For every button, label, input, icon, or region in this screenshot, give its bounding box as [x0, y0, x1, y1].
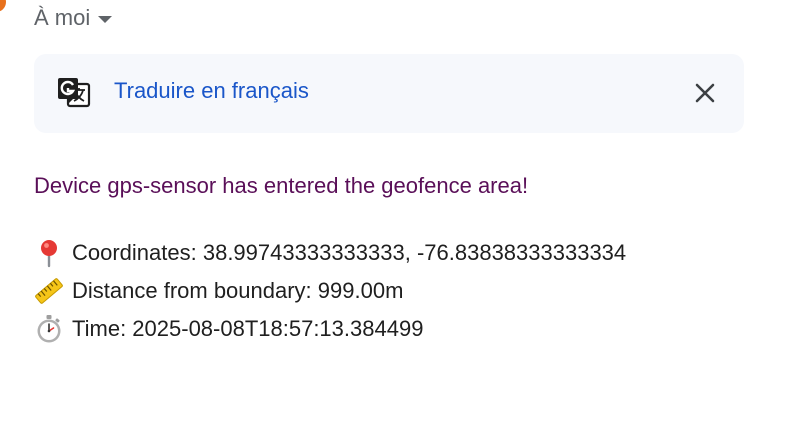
message-body: Device gps-sensor has entered the geofen… — [34, 170, 774, 348]
chevron-down-icon — [98, 15, 113, 23]
round-pushpin-emoji — [41, 240, 57, 268]
coordinates-text: Coordinates: 38.99743333333333, -76.8383… — [72, 240, 627, 265]
translate-banner: Traduire en français — [34, 54, 744, 133]
sender-avatar[interactable] — [0, 0, 6, 12]
close-icon — [695, 83, 715, 103]
distance-text: Distance from boundary: 999.00m — [72, 278, 404, 303]
recipient-dropdown[interactable]: À moi — [34, 4, 113, 32]
coordinates-line: Coordinates: 38.99743333333333, -76.8383… — [34, 234, 774, 272]
stopwatch-emoji — [37, 315, 61, 343]
translate-link[interactable]: Traduire en français — [114, 78, 309, 104]
time-text: Time: 2025-08-08T18:57:13.384499 — [72, 316, 424, 341]
straight-ruler-emoji — [35, 278, 63, 304]
recipient-label: À moi — [34, 5, 91, 30]
google-translate-icon — [58, 78, 91, 108]
distance-line: Distance from boundary: 999.00m — [34, 272, 774, 310]
message-headline: Device gps-sensor has entered the geofen… — [34, 173, 529, 198]
time-line: Time: 2025-08-08T18:57:13.384499 — [34, 310, 774, 348]
close-translate-button[interactable] — [690, 78, 720, 108]
